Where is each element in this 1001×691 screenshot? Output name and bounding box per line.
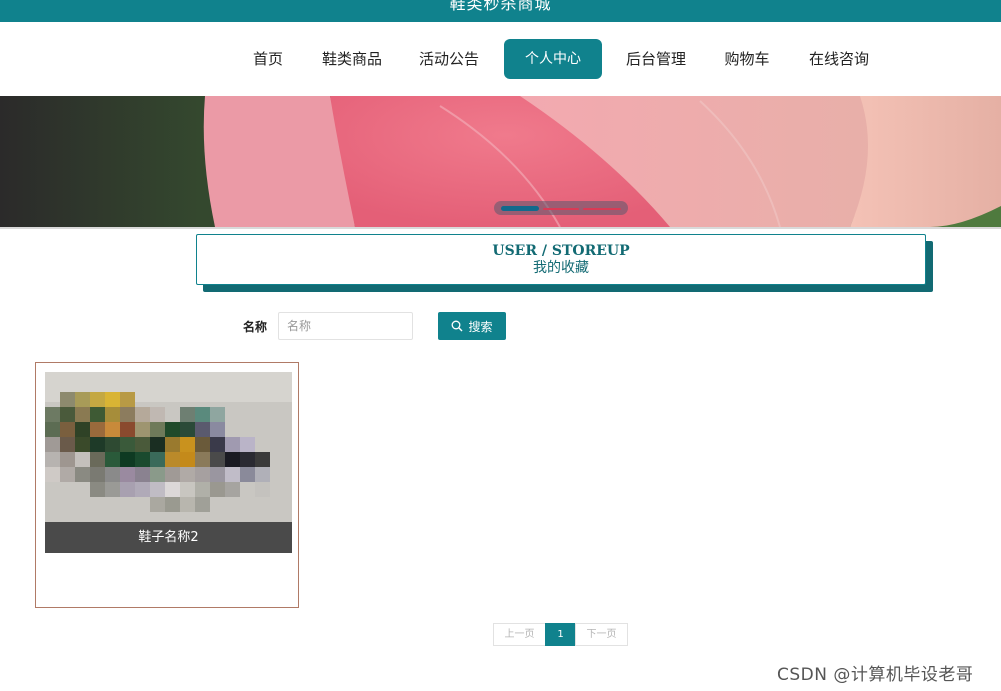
banner-divider <box>0 227 1001 229</box>
carousel-dot-1[interactable] <box>501 206 539 211</box>
nav-item-cart[interactable]: 购物车 <box>720 39 774 79</box>
nav-item-shoes[interactable]: 鞋类商品 <box>318 39 386 79</box>
product-image[interactable] <box>45 372 292 522</box>
site-title: 鞋类秒杀商城 <box>449 0 552 13</box>
watermark: CSDN @计算机毕设老哥 <box>777 665 974 685</box>
carousel-dot-2[interactable] <box>543 208 579 210</box>
main-nav: 首页 鞋类商品 活动公告 个人中心 后台管理 购物车 在线咨询 <box>0 22 1001 96</box>
nav-item-home[interactable]: 首页 <box>246 39 290 79</box>
page: 鞋类秒杀商城 首页 鞋类商品 活动公告 个人中心 后台管理 购物车 在线咨询 U… <box>0 0 1001 691</box>
section-title-en: USER / STOREUP <box>492 243 630 259</box>
prev-page-button[interactable]: 上一页 <box>493 623 546 646</box>
product-image-graphic <box>45 372 292 522</box>
next-page-button[interactable]: 下一页 <box>575 623 628 646</box>
nav-item-personal-center[interactable]: 个人中心 <box>504 39 602 79</box>
search-label: 名称 <box>243 320 268 334</box>
carousel-dot-3[interactable] <box>583 208 621 210</box>
search-button-label: 搜索 <box>468 319 493 334</box>
search-input[interactable] <box>278 312 413 340</box>
nav-item-announcements[interactable]: 活动公告 <box>415 39 483 79</box>
pagination: 上一页 1 下一页 <box>493 623 628 646</box>
section-header: USER / STOREUP 我的收藏 <box>196 234 926 285</box>
section-title-cn: 我的收藏 <box>533 260 589 276</box>
favorite-card[interactable]: 鞋子名称2 <box>35 362 299 608</box>
nav-item-admin[interactable]: 后台管理 <box>622 39 690 79</box>
search-icon <box>452 320 463 332</box>
top-title-bar: 鞋类秒杀商城 <box>0 0 1001 22</box>
nav-item-consult[interactable]: 在线咨询 <box>805 39 873 79</box>
carousel-indicators <box>494 201 628 215</box>
product-name[interactable]: 鞋子名称2 <box>45 522 292 553</box>
search-button[interactable]: 搜索 <box>438 312 506 340</box>
current-page-button[interactable]: 1 <box>545 623 576 646</box>
